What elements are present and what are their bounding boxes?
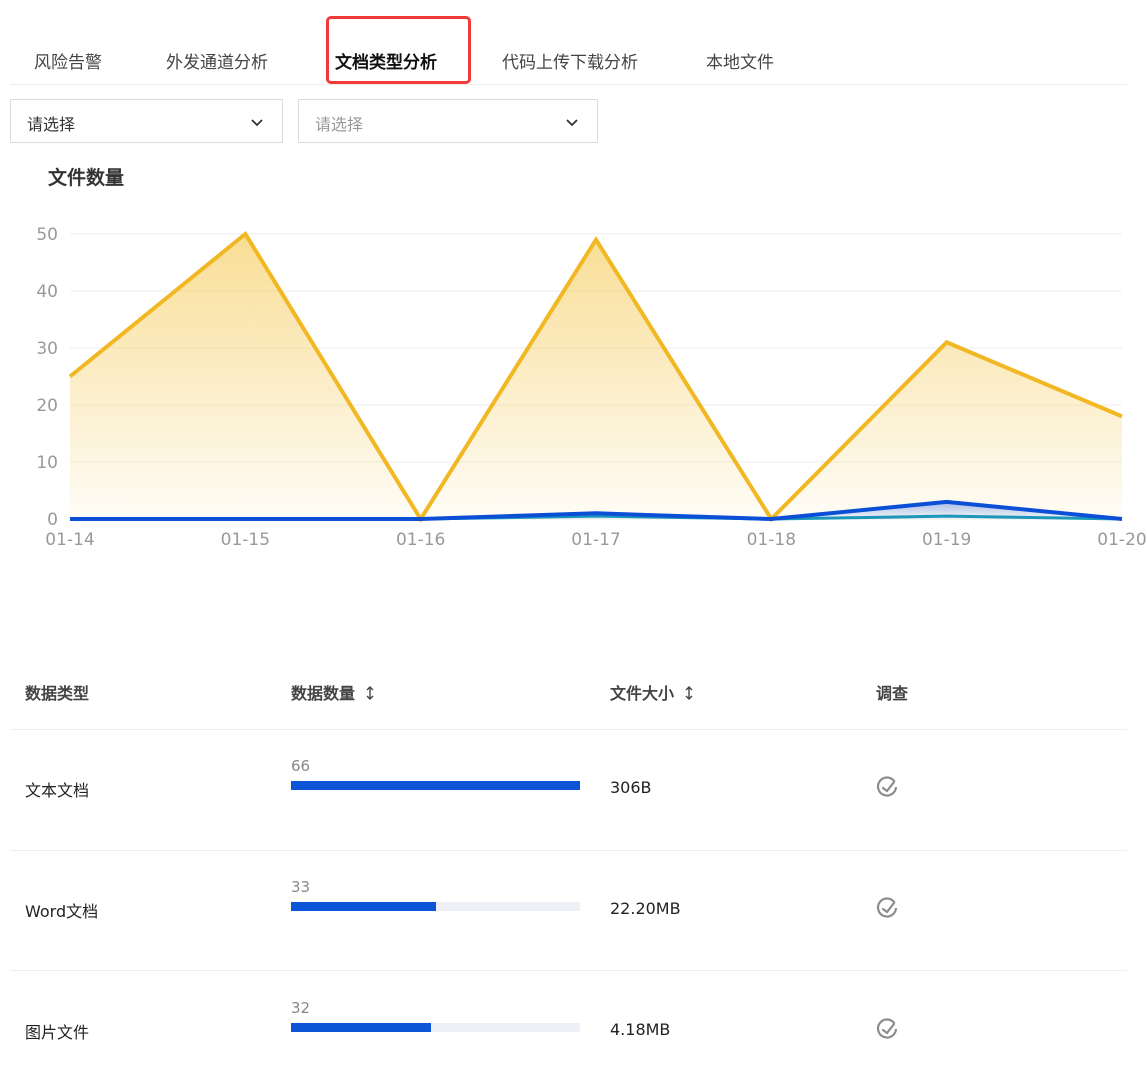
row-3-size: 4.18MB (610, 1020, 671, 1039)
tab-outbound-channel[interactable]: 外发通道分析 (166, 48, 268, 73)
row-1-count-label: 66 (291, 757, 311, 775)
row-1-count-bar-fill (291, 781, 580, 790)
row-divider (10, 729, 1127, 730)
y-tick-label: 40 (36, 282, 58, 302)
tab-code-upload-download[interactable]: 代码上传下载分析 (502, 48, 638, 73)
row-2-count-label: 33 (291, 878, 311, 896)
active-tab-highlight (326, 16, 471, 84)
investigate-icon[interactable] (875, 775, 899, 799)
row-1-count-bar (291, 781, 580, 790)
sort-icon[interactable] (365, 686, 375, 700)
file-count-chart: 0 10 20 30 40 50 01-14 01-15 01-16 01-17 01-18 01-… (36, 225, 1146, 550)
x-tick-label: 01-17 (571, 530, 620, 550)
chevron-down-icon (251, 119, 263, 127)
row-3-count-label: 32 (291, 999, 311, 1017)
header-data-count-label: 数据数量 (291, 684, 356, 703)
investigate-icon[interactable] (875, 1017, 899, 1041)
x-tick-label: 01-18 (747, 530, 796, 550)
x-tick-label: 01-20 (1097, 530, 1146, 550)
y-tick-label: 20 (36, 396, 58, 416)
y-tick-label: 50 (36, 225, 58, 245)
row-divider (10, 970, 1127, 971)
filter-select-1-value: 请选择 (27, 115, 76, 134)
chart-title: 文件数量 (48, 167, 125, 189)
row-2-count-bar-fill (291, 902, 436, 911)
x-tick-label: 01-19 (922, 530, 971, 550)
y-tick-label: 10 (36, 453, 58, 473)
y-tick-label: 0 (47, 510, 58, 530)
investigate-icon[interactable] (875, 896, 899, 920)
row-2-count-bar (291, 902, 580, 911)
row-1-type: 文本文档 (25, 781, 90, 800)
header-file-size[interactable]: 文件大小 (610, 680, 694, 704)
filter-select-2-placeholder: 请选择 (315, 115, 364, 134)
chevron-down-icon (566, 119, 578, 127)
row-1-size: 306B (610, 778, 652, 797)
row-3-count-bar (291, 1023, 580, 1032)
row-3-count-bar-fill (291, 1023, 432, 1032)
header-investigate: 调查 (876, 684, 909, 703)
tab-local-files[interactable]: 本地文件 (706, 48, 774, 73)
header-file-size-label: 文件大小 (610, 684, 675, 703)
x-tick-label: 01-16 (396, 530, 445, 550)
row-divider (10, 850, 1127, 851)
series-area (70, 234, 1122, 519)
x-tick-label: 01-15 (221, 530, 270, 550)
row-3-type: 图片文件 (25, 1023, 90, 1042)
filter-select-2[interactable]: 请选择 (298, 99, 598, 143)
filter-select-1[interactable]: 请选择 (10, 99, 283, 143)
y-tick-label: 30 (36, 339, 58, 359)
tab-risk-alert[interactable]: 风险告警 (34, 48, 102, 73)
row-2-size: 22.20MB (610, 899, 681, 918)
row-2-type: Word文档 (25, 902, 99, 921)
x-tick-label: 01-14 (45, 530, 94, 550)
sort-icon[interactable] (684, 686, 694, 700)
header-data-type: 数据类型 (25, 684, 90, 703)
tab-bar: 风险告警 外发通道分析 文档类型分析 代码上传下载分析 本地文件 (10, 0, 1127, 85)
header-data-count[interactable]: 数据数量 (291, 680, 375, 704)
